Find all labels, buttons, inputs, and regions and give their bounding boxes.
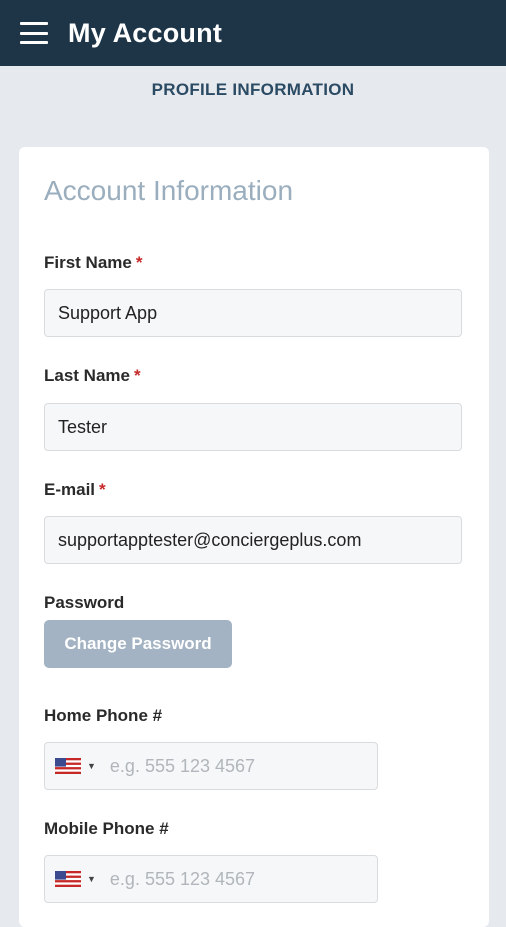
chevron-down-icon: ▼ bbox=[87, 761, 96, 771]
hamburger-menu-icon[interactable] bbox=[20, 22, 48, 44]
required-marker: * bbox=[135, 253, 143, 272]
mobile-phone-label: Mobile Phone # bbox=[44, 819, 169, 838]
us-flag-icon bbox=[55, 758, 81, 774]
home-phone-label: Home Phone # bbox=[44, 706, 163, 725]
chevron-down-icon: ▼ bbox=[87, 874, 96, 884]
card-title: Account Information bbox=[44, 175, 294, 206]
mobile-phone-country-select[interactable]: ▼ bbox=[45, 856, 102, 902]
app-bar: My Account bbox=[0, 0, 506, 66]
us-flag-icon bbox=[55, 871, 81, 887]
required-marker: * bbox=[133, 366, 141, 385]
last-name-field[interactable] bbox=[44, 403, 462, 451]
required-marker: * bbox=[99, 480, 106, 499]
home-phone-field: ▼ bbox=[44, 742, 378, 790]
first-name-label: First Name * bbox=[44, 253, 143, 272]
account-information-card: Account Information First Name* Last Nam… bbox=[19, 147, 489, 927]
home-phone-input[interactable] bbox=[107, 742, 352, 790]
tab-profile-information[interactable]: PROFILE INFORMATION bbox=[0, 80, 506, 100]
password-label: Password bbox=[44, 593, 125, 612]
page-title: My Account bbox=[68, 17, 223, 48]
email-label: E-mail * bbox=[44, 480, 106, 499]
mobile-phone-input[interactable] bbox=[107, 855, 352, 903]
mobile-phone-field: ▼ bbox=[44, 855, 378, 903]
home-phone-country-select[interactable]: ▼ bbox=[45, 743, 102, 789]
change-password-button[interactable]: Change Password bbox=[44, 620, 232, 668]
first-name-field[interactable] bbox=[44, 289, 462, 337]
email-field[interactable] bbox=[44, 516, 462, 564]
last-name-label: Last Name * bbox=[44, 366, 141, 385]
